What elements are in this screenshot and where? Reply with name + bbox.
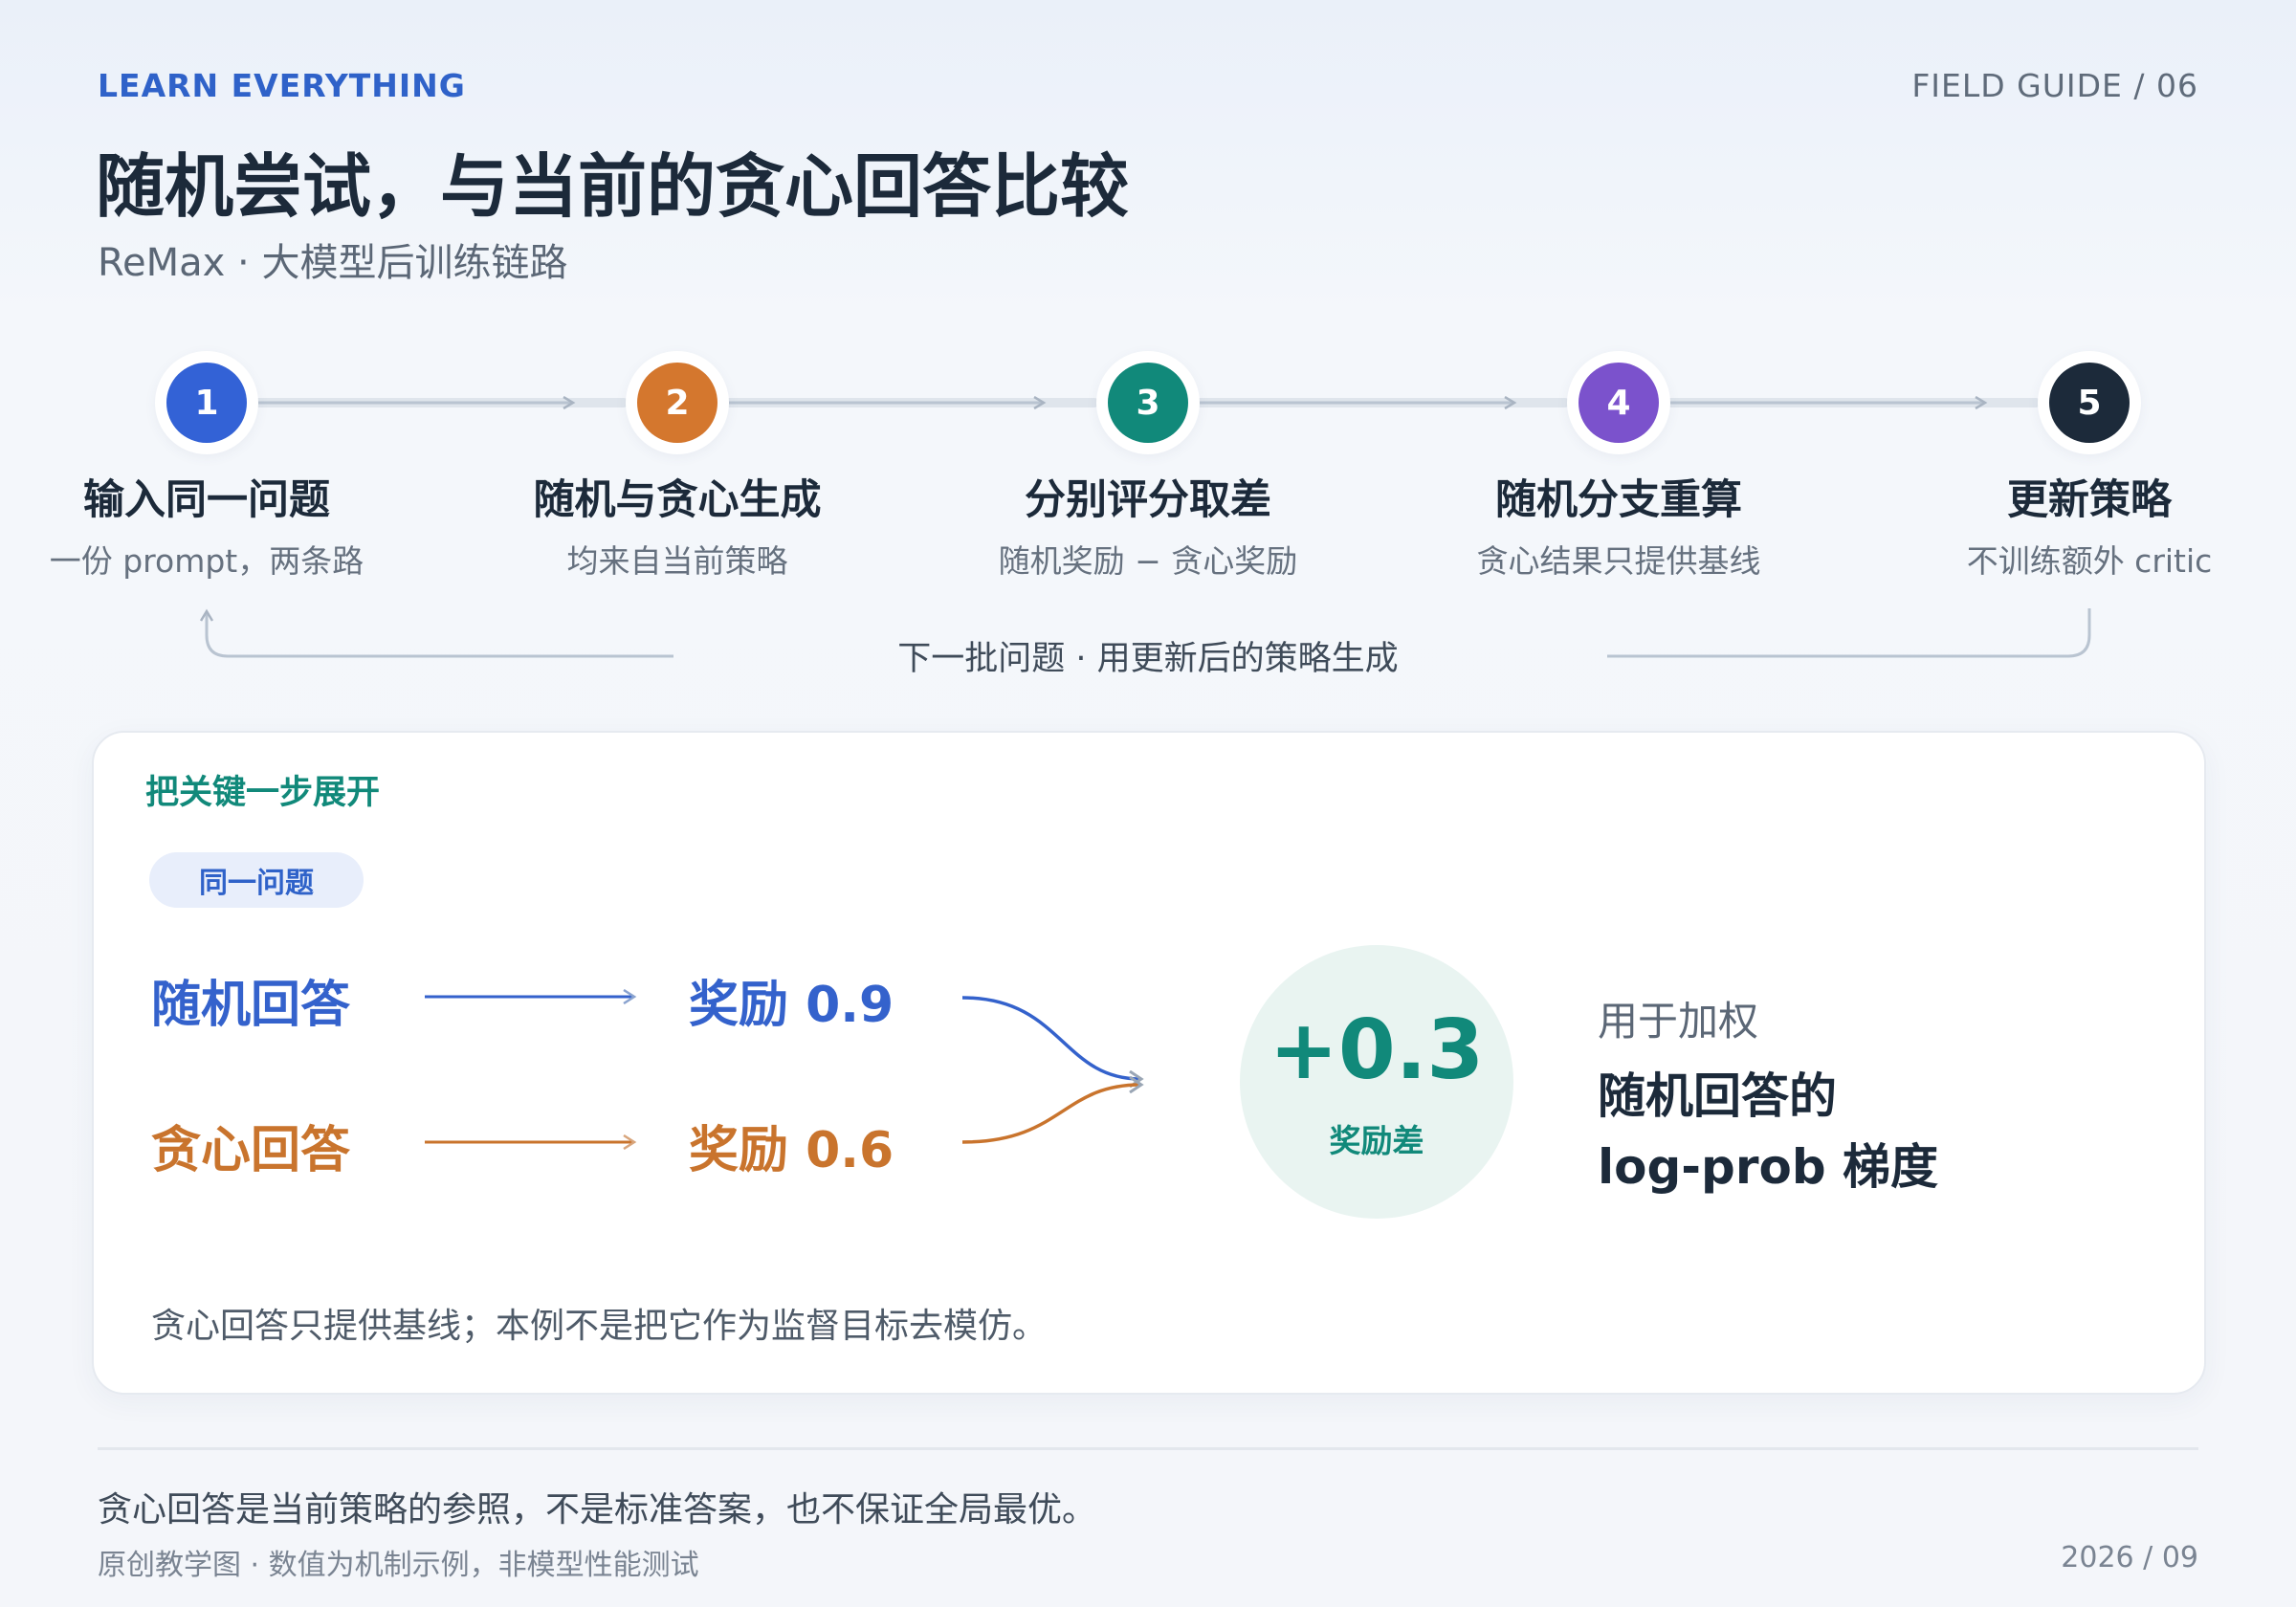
footer-divider (98, 1447, 2198, 1450)
footer-date: 2026 / 09 (2061, 1541, 2198, 1574)
reward-difference-label: 奖励差 (1329, 1122, 1424, 1159)
usage-line-2: log-prob 梯度 (1598, 1139, 1939, 1195)
reward-difference-circle: +0.3 奖励差 (1240, 945, 1513, 1219)
footer-sub-text: 原创教学图 · 数值为机制示例，非模型性能测试 (98, 1549, 699, 1582)
card-note: 贪心回答只提供基线；本例不是把它作为监督目标去模仿。 (151, 1307, 1048, 1346)
usage-line-1: 随机回答的 (1598, 1068, 1837, 1124)
usage-intro: 用于加权 (1598, 998, 1759, 1045)
flow-arrows (425, 0, 2296, 1607)
greedy-merge-curve (961, 1085, 1140, 1144)
reward-difference-value: +0.3 (1269, 1002, 1485, 1098)
footer-main-text: 贪心回答是当前策略的参照，不是标准答案，也不保证全局最优。 (98, 1490, 1097, 1530)
random-merge-curve (961, 996, 1140, 1079)
